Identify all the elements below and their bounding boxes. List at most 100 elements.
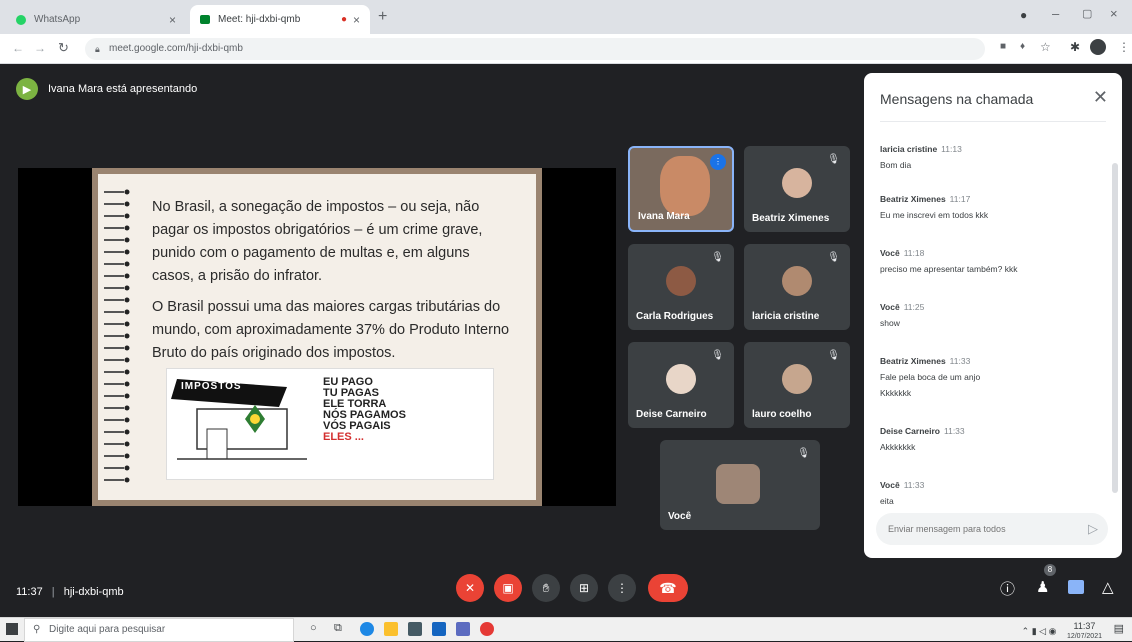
- participant-avatar: [782, 266, 812, 296]
- info-icon[interactable]: ⓘ: [1000, 578, 1015, 599]
- windows-taskbar: ⚲ Digite aqui para pesquisar ○ ⧉ ⌃ ▮ ◁ ◉…: [0, 617, 1132, 642]
- minimize-icon[interactable]: –: [1052, 6, 1059, 21]
- message-text: Bom dia: [880, 160, 912, 170]
- message-text: Eu me inscrevi em todos kkk: [880, 210, 989, 220]
- mic-off-icon: 🎙︎: [827, 154, 840, 165]
- search-icon: ⚲: [33, 624, 41, 635]
- chat-message: Beatriz Ximenes 11:17 Eu me inscrevi em t…: [880, 189, 1116, 235]
- whatsapp-icon: [16, 14, 26, 25]
- mic-off-icon: 🎙︎: [711, 350, 724, 361]
- chrome-icon[interactable]: [480, 622, 494, 636]
- end-call-button[interactable]: ☎︎: [648, 574, 688, 602]
- people-count-badge: 8: [1044, 564, 1056, 576]
- participant-tile[interactable]: 🎙︎ Beatriz Ximenes: [744, 146, 850, 232]
- taskbar-search-field[interactable]: ⚲ Digite aqui para pesquisar: [24, 618, 294, 642]
- kebab-icon: ⋮: [616, 581, 628, 595]
- tab-meet[interactable]: Meet: hji-dxbi-qmb ● ×: [190, 5, 370, 34]
- menu-kebab-icon[interactable]: ⋮: [1118, 40, 1130, 54]
- url-field[interactable]: 🔒︎ meet.google.com/hji-dxbi-qmb: [85, 38, 985, 60]
- speaking-icon: ⋮: [710, 154, 726, 170]
- message-time: 11:33: [949, 356, 971, 366]
- store-icon[interactable]: [408, 622, 422, 636]
- message-text: Kkkkkkk: [880, 388, 912, 398]
- chat-panel: Mensagens na chamada ✕ laricia cristine 1…: [864, 73, 1122, 558]
- cartoon-sign: IMPOSTOS: [181, 381, 242, 392]
- clock[interactable]: 11:37 12/07/2021: [1067, 622, 1102, 641]
- mic-icon[interactable]: ♦: [1020, 41, 1025, 52]
- camera-icon[interactable]: ■: [1000, 41, 1006, 52]
- message-text: Akkkkkkk: [880, 442, 916, 452]
- message-text: Fale pela boca de um anjo: [880, 372, 981, 382]
- tab-label: WhatsApp: [34, 14, 81, 25]
- divider: [880, 121, 1106, 122]
- extensions-icon[interactable]: ✱: [1070, 40, 1080, 54]
- mic-off-icon: 🎙︎: [827, 350, 840, 361]
- self-video: [716, 464, 760, 504]
- tray-icons[interactable]: ⌃ ▮ ◁ ◉: [1022, 626, 1057, 636]
- chat-scrollbar[interactable]: [1112, 163, 1118, 493]
- slide-paragraph-2: O Brasil possui uma das maiores cargas t…: [152, 299, 510, 361]
- back-icon[interactable]: ←: [12, 41, 24, 55]
- presenter-text: Ivana Mara está apresentando: [48, 83, 198, 95]
- chat-message-input[interactable]: [876, 513, 1108, 545]
- tab-whatsapp[interactable]: WhatsApp ×: [6, 5, 186, 34]
- send-icon[interactable]: ▷: [1088, 521, 1098, 537]
- close-icon[interactable]: ✕: [1093, 87, 1108, 108]
- mail-icon[interactable]: [432, 622, 446, 636]
- people-icon[interactable]: ♟: [1036, 578, 1049, 596]
- chat-message: Deise Carneiro 11:33 Akkkkkkk: [880, 421, 1116, 467]
- mic-off-icon: ✕: [464, 581, 476, 595]
- edge-icon[interactable]: [360, 622, 374, 636]
- profile-avatar-icon[interactable]: [1090, 39, 1106, 55]
- message-sender: Beatriz Ximenes: [880, 356, 946, 366]
- participant-name: Ivana Mara: [638, 211, 690, 222]
- participant-name: Você: [668, 511, 692, 522]
- meet-icon: [200, 15, 210, 24]
- participant-tile[interactable]: 🎙︎ Carla Rodrigues: [628, 244, 734, 330]
- participant-name: Beatriz Ximenes: [752, 213, 830, 224]
- system-tray: ⌃ ▮ ◁ ◉ 11:37 12/07/2021: [1022, 622, 1102, 641]
- present-button[interactable]: ⊞: [570, 574, 598, 602]
- message-time: 11:18: [903, 248, 925, 258]
- windows-start-icon[interactable]: [6, 623, 18, 635]
- notifications-icon[interactable]: ▤: [1114, 622, 1124, 635]
- mic-toggle-button[interactable]: ✕: [456, 574, 484, 602]
- reload-icon[interactable]: ↻: [58, 40, 69, 56]
- message-sender: Deise Carneiro: [880, 426, 940, 436]
- clock-date: 12/07/2021: [1066, 633, 1102, 640]
- message-text: show: [880, 318, 900, 328]
- more-options-button[interactable]: ⋮: [608, 574, 636, 602]
- cortana-icon[interactable]: ○: [310, 622, 317, 634]
- new-tab-icon[interactable]: +: [378, 8, 387, 26]
- cartoon-caption: EU PAGO TU PAGAS ELE TORRA NÓS PAGAMOS V…: [323, 377, 406, 443]
- lock-icon: 🔒︎: [95, 44, 100, 54]
- profile-dot-icon[interactable]: ●: [1020, 8, 1027, 22]
- mic-off-icon: 🎙︎: [827, 252, 840, 263]
- self-view-tile[interactable]: 🎙︎ Você: [660, 440, 820, 530]
- participant-name: laricia cristine: [752, 311, 820, 322]
- participant-tile[interactable]: ⋮ Ivana Mara: [628, 146, 734, 232]
- participant-tile[interactable]: 🎙︎ Deise Carneiro: [628, 342, 734, 428]
- participant-avatar: [782, 364, 812, 394]
- present-screen-icon: ⊞: [578, 581, 590, 595]
- presenter-avatar-icon: ▶: [16, 78, 38, 100]
- clock-time: 11:37: [1073, 621, 1096, 631]
- chat-icon[interactable]: [1068, 580, 1084, 594]
- raise-hand-button[interactable]: ✋︎: [532, 574, 560, 602]
- maximize-icon[interactable]: ▢: [1082, 7, 1092, 20]
- activities-icon[interactable]: △: [1102, 578, 1114, 596]
- close-window-icon[interactable]: ×: [1110, 6, 1118, 21]
- close-tab-icon[interactable]: ×: [169, 13, 176, 27]
- close-tab-icon[interactable]: ×: [353, 13, 360, 27]
- task-view-icon[interactable]: ⧉: [334, 622, 342, 635]
- presentation-slide: No Brasil, a sonegação de impostos – ou …: [92, 168, 542, 506]
- message-sender: Você: [880, 248, 900, 258]
- camera-toggle-button[interactable]: ▣: [494, 574, 522, 602]
- file-explorer-icon[interactable]: [384, 622, 398, 636]
- mic-off-icon: 🎙︎: [797, 448, 810, 459]
- bookmark-star-icon[interactable]: ☆: [1040, 40, 1051, 54]
- photos-icon[interactable]: [456, 622, 470, 636]
- participant-tile[interactable]: 🎙︎ laricia cristine: [744, 244, 850, 330]
- forward-icon[interactable]: →: [34, 41, 46, 55]
- participant-tile[interactable]: 🎙︎ lauro coelho: [744, 342, 850, 428]
